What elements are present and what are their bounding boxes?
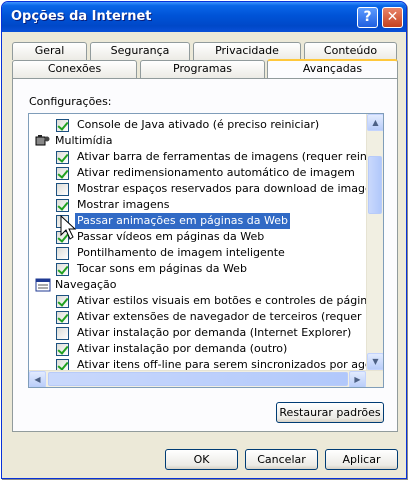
settings-option[interactable]: Pontilhamento de imagem inteligente: [29, 245, 367, 261]
option-label: Ativar barra de ferramentas de imagens (…: [77, 150, 384, 163]
option-label: Passar vídeos em páginas da Web: [77, 230, 265, 243]
tab-conteudo[interactable]: Conteúdo: [304, 42, 397, 60]
scroll-up-icon[interactable]: ▲: [367, 114, 383, 131]
mouse-cursor-icon: [60, 215, 77, 240]
option-label: Passar animações em páginas da Web: [75, 213, 290, 229]
checkbox[interactable]: [56, 311, 69, 324]
title-bar[interactable]: Opções da Internet ? ✕: [2, 2, 406, 32]
settings-label: Configurações:: [29, 95, 112, 108]
settings-option[interactable]: Ativar extensões de navegador de terceir…: [29, 309, 383, 325]
option-label: Mostrar espaços reservados para download…: [77, 182, 383, 195]
checkbox[interactable]: [56, 183, 69, 196]
option-label: Console de Java ativado (é preciso reini…: [77, 118, 320, 131]
tab-row-front: Conexões Programas Avançadas: [12, 59, 398, 79]
tab-seguranca[interactable]: Segurança: [90, 42, 190, 60]
settings-list[interactable]: Console de Java ativado (é preciso reini…: [28, 113, 384, 388]
settings-option[interactable]: Tocar sons em páginas da Web: [29, 261, 367, 277]
checkbox[interactable]: [56, 343, 69, 356]
settings-category: Multimídia: [29, 133, 367, 149]
checkbox[interactable]: [56, 199, 69, 212]
option-label: Ativar instalação por demanda (Internet …: [77, 326, 352, 339]
checkbox[interactable]: [56, 167, 69, 180]
horizontal-scrollbar[interactable]: ◀ ▶: [29, 370, 383, 387]
settings-option[interactable]: Ativar estilos visuais em botões e contr…: [29, 293, 383, 309]
multimedia-icon: [35, 135, 50, 146]
settings-option[interactable]: Passar vídeos em páginas da Web: [29, 229, 367, 245]
tab-conexoes[interactable]: Conexões: [12, 60, 137, 78]
settings-option[interactable]: Passar animações em páginas da Web: [29, 213, 367, 229]
apply-button[interactable]: Aplicar: [325, 449, 398, 470]
settings-option[interactable]: Ativar barra de ferramentas de imagens (…: [29, 149, 383, 165]
option-label: Ativar instalação por demanda (outro): [77, 342, 288, 355]
vertical-scroll-thumb[interactable]: [368, 156, 382, 214]
option-label: Ativar extensões de navegador de terceir…: [77, 310, 383, 323]
window-title: Opções da Internet: [11, 9, 152, 24]
tab-geral[interactable]: Geral: [12, 42, 87, 60]
settings-option[interactable]: Ativar instalação por demanda (Internet …: [29, 325, 367, 341]
help-button[interactable]: ?: [357, 7, 378, 28]
settings-category: Navegação: [29, 277, 367, 293]
scroll-left-icon[interactable]: ◀: [29, 371, 46, 387]
category-label: Navegação: [55, 278, 117, 291]
settings-option[interactable]: Mostrar imagens: [29, 197, 367, 213]
option-label: Ativar redimensionamento automático de i…: [77, 166, 355, 179]
checkbox[interactable]: [56, 295, 69, 308]
internet-options-dialog: Opções da Internet ? ✕ Geral Segurança P…: [1, 1, 407, 479]
tab-programas[interactable]: Programas: [140, 60, 265, 78]
checkbox[interactable]: [56, 119, 69, 132]
settings-option[interactable]: Console de Java ativado (é preciso reini…: [29, 117, 367, 133]
checkbox[interactable]: [56, 327, 69, 340]
tab-privacidade[interactable]: Privacidade: [193, 42, 301, 60]
advanced-tab-panel: Configurações: Console de Java ativado (…: [12, 78, 398, 432]
scroll-right-icon[interactable]: ▶: [349, 371, 366, 387]
tab-row-back: Geral Segurança Privacidade Conteúdo: [12, 42, 397, 60]
settings-option[interactable]: Ativar redimensionamento automático de i…: [29, 165, 367, 181]
settings-option[interactable]: Mostrar espaços reservados para download…: [29, 181, 382, 197]
settings-option[interactable]: Ativar instalação por demanda (outro): [29, 341, 367, 357]
ok-button[interactable]: OK: [165, 449, 238, 470]
option-label: Pontilhamento de imagem inteligente: [77, 246, 285, 259]
tab-avancadas[interactable]: Avançadas: [267, 59, 398, 79]
horizontal-scroll-thumb[interactable]: [48, 372, 348, 386]
category-label: Multimídia: [55, 134, 113, 147]
checkbox[interactable]: [56, 247, 69, 260]
scroll-down-icon[interactable]: ▼: [367, 353, 383, 370]
vertical-scrollbar[interactable]: ▲ ▼: [366, 114, 383, 370]
checkbox[interactable]: [56, 263, 69, 276]
option-label: Ativar estilos visuais em botões e contr…: [77, 294, 383, 307]
close-button[interactable]: ✕: [382, 7, 403, 28]
option-label: Mostrar imagens: [77, 198, 170, 211]
option-label: Tocar sons em páginas da Web: [77, 262, 247, 275]
cancel-button[interactable]: Cancelar: [245, 449, 318, 470]
navigation-icon: [35, 278, 51, 292]
restore-defaults-button[interactable]: Restaurar padrões: [276, 402, 384, 423]
checkbox[interactable]: [56, 151, 69, 164]
